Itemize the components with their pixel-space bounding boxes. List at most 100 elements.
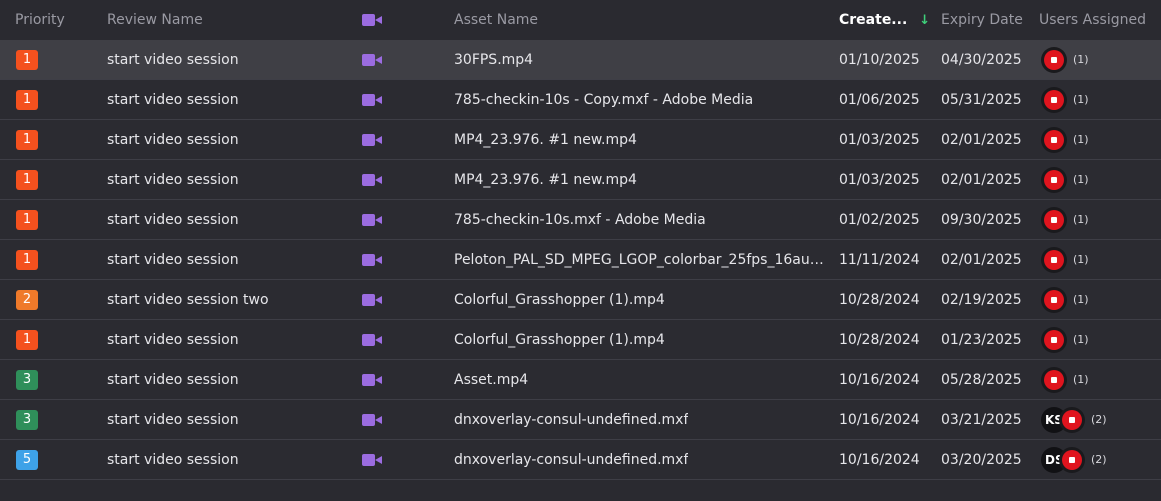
users-assigned[interactable]: (1) [1039,326,1089,353]
asset-name: dnxoverlay-consul-undefined.mxf [454,451,689,468]
priority-badge: 1 [16,249,38,270]
column-header-asset-name[interactable]: Asset Name [454,0,829,40]
record-icon[interactable] [1041,46,1067,73]
record-icon[interactable] [1059,446,1085,473]
review-name: start video session [107,331,239,348]
record-icon[interactable] [1041,206,1067,233]
table-row[interactable]: 1 start video session 785-checkin-10s - Co… [0,80,1161,120]
created-date: 10/28/2024 [839,291,920,308]
users-assigned-cell: (1) [1039,80,1161,119]
expiry-date: 02/01/2025 [941,251,1022,268]
users-assigned-cell: (1) [1039,280,1161,319]
users-count: (1) [1073,133,1089,146]
table-row[interactable]: 1 start video session 785-checkin-10s.mxf … [0,200,1161,240]
column-header-created[interactable]: Create... ↓ [839,0,931,40]
expiry-date-cell: 03/21/2025 [941,400,1031,439]
priority-badge: 5 [16,449,38,470]
users-count: (2) [1091,413,1107,426]
users-count: (1) [1073,253,1089,266]
column-header-users-assigned[interactable]: Users Assigned [1039,0,1161,40]
record-icon[interactable] [1041,126,1067,153]
priority-cell: 1 [15,120,95,159]
video-camera-icon [362,173,382,186]
review-name-cell: start video session [107,440,352,479]
review-table: Priority Review Name Asset Name Create..… [0,0,1161,501]
column-header-media-type[interactable] [362,0,432,40]
sort-descending-icon[interactable]: ↓ [919,13,930,28]
table-row[interactable]: 1 start video session Colorful_Grasshopper… [0,320,1161,360]
column-header-expiry-date[interactable]: Expiry Date [941,0,1031,40]
users-assigned-cell: (1) [1039,40,1161,79]
table-row[interactable]: 3 start video session dnxoverlay-consul-un… [0,400,1161,440]
priority-badge: 1 [16,129,38,150]
priority-badge: 1 [16,169,38,190]
record-icon[interactable] [1041,366,1067,393]
created-date-cell: 01/03/2025 [839,120,931,159]
asset-name: Colorful_Grasshopper (1).mp4 [454,291,665,308]
expiry-date-cell: 09/30/2025 [941,200,1031,239]
expiry-date: 03/21/2025 [941,411,1022,428]
users-assigned[interactable]: (1) [1039,206,1089,233]
asset-name: MP4_23.976. #1 new.mp4 [454,171,637,188]
record-icon[interactable] [1059,406,1085,433]
priority-badge: 1 [16,329,38,350]
users-assigned[interactable]: (1) [1039,126,1089,153]
review-name-cell: start video session [107,200,352,239]
users-assigned-cell: (1) [1039,120,1161,159]
users-assigned-cell: (1) [1039,240,1161,279]
expiry-date-cell: 02/01/2025 [941,240,1031,279]
priority-cell: 1 [15,80,95,119]
users-assigned[interactable]: (1) [1039,246,1089,273]
users-assigned[interactable]: (1) [1039,46,1089,73]
created-date: 01/02/2025 [839,211,920,228]
users-assigned[interactable]: DS (2) [1039,446,1107,473]
priority-cell: 1 [15,160,95,199]
record-icon[interactable] [1041,246,1067,273]
column-header-priority[interactable]: Priority [15,0,95,40]
priority-cell: 5 [15,440,95,479]
table-row[interactable]: 1 start video session MP4_23.976. #1 new.m… [0,160,1161,200]
review-name-cell: start video session two [107,280,352,319]
users-assigned[interactable]: (1) [1039,366,1089,393]
table-row[interactable]: 3 start video session Asset.mp4 10/16/2024 0… [0,360,1161,400]
asset-name-cell: Peloton_PAL_SD_MPEG_LGOP_colorbar_25fps_… [454,240,829,279]
created-date-cell: 10/28/2024 [839,280,931,319]
table-row[interactable]: 1 start video session 30FPS.mp4 01/10/2025 0… [0,40,1161,80]
table-row[interactable]: 2 start video session two Colorful_Grassho… [0,280,1161,320]
column-header-created-label: Create... [839,12,908,28]
record-icon[interactable] [1041,286,1067,313]
record-icon[interactable] [1041,166,1067,193]
asset-name: 785-checkin-10s - Copy.mxf - Adobe Media [454,91,754,108]
media-type-cell [362,160,432,199]
column-header-review-name[interactable]: Review Name [107,0,352,40]
asset-name-cell: MP4_23.976. #1 new.mp4 [454,160,829,199]
expiry-date-cell: 02/01/2025 [941,120,1031,159]
users-assigned[interactable]: (1) [1039,286,1089,313]
expiry-date-cell: 04/30/2025 [941,40,1031,79]
media-type-cell [362,440,432,479]
created-date-cell: 10/16/2024 [839,440,931,479]
users-count: (1) [1073,53,1089,66]
created-date-cell: 01/03/2025 [839,160,931,199]
media-type-cell [362,80,432,119]
expiry-date: 02/19/2025 [941,291,1022,308]
table-row[interactable]: 1 start video session MP4_23.976. #1 new.m… [0,120,1161,160]
asset-name: Peloton_PAL_SD_MPEG_LGOP_colorbar_25fps_… [454,251,829,268]
record-icon[interactable] [1041,326,1067,353]
users-assigned[interactable]: (1) [1039,86,1089,113]
priority-cell: 2 [15,280,95,319]
asset-name-cell: Colorful_Grasshopper (1).mp4 [454,320,829,359]
review-name-cell: start video session [107,360,352,399]
record-icon[interactable] [1041,86,1067,113]
table-row[interactable]: 1 start video session Peloton_PAL_SD_MPEG_… [0,240,1161,280]
users-count: (1) [1073,293,1089,306]
video-camera-icon [362,333,382,346]
media-type-cell [362,280,432,319]
table-row[interactable]: 5 start video session dnxoverlay-consul-un… [0,440,1161,480]
expiry-date-cell: 05/31/2025 [941,80,1031,119]
column-header-review-name-label: Review Name [107,12,203,28]
users-assigned[interactable]: KS (2) [1039,406,1107,433]
users-assigned[interactable]: (1) [1039,166,1089,193]
video-camera-icon [362,213,382,226]
review-name: start video session two [107,291,269,308]
